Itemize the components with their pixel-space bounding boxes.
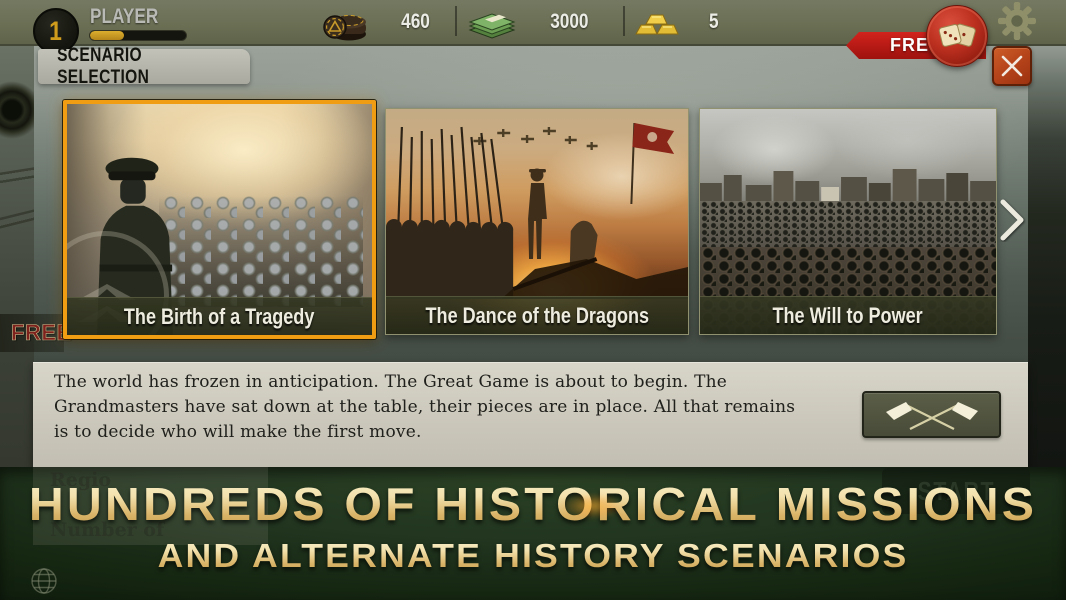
scenario-card-birth-of-a-tragedy[interactable]: The Birth of a Tragedy bbox=[63, 100, 376, 339]
settings-button[interactable] bbox=[997, 1, 1037, 41]
dice-reward-button[interactable] bbox=[926, 5, 988, 67]
scenario-description: The world has frozen in anticipation. Th… bbox=[54, 370, 874, 445]
scenario-card-will-to-power[interactable]: The Will to Power bbox=[699, 108, 997, 335]
scenario-description-panel: The world has frozen in anticipation. Th… bbox=[33, 362, 1028, 467]
scenario-card-dance-of-the-dragons[interactable]: The Dance of the Dragons bbox=[385, 108, 689, 335]
promo-banner: Regio Number of START HUNDREDS OF HISTOR… bbox=[0, 467, 1066, 600]
player-name: PLAYER bbox=[90, 5, 173, 29]
divider bbox=[623, 6, 625, 36]
close-button[interactable] bbox=[992, 46, 1032, 86]
xp-progress-bar bbox=[89, 30, 187, 41]
next-scenarios-button[interactable] bbox=[996, 196, 1028, 244]
ruined-city-skyline bbox=[700, 165, 996, 205]
biplane-icon bbox=[0, 208, 34, 232]
dice-icon bbox=[937, 16, 977, 56]
dialog-title: SCENARIO SELECTION bbox=[57, 45, 231, 89]
card-title-bar: The Birth of a Tragedy bbox=[67, 297, 372, 335]
close-icon bbox=[999, 53, 1025, 79]
banner-headline: HUNDREDS OF HISTORICAL MISSIONS bbox=[0, 477, 1066, 531]
card-title-bar: The Dance of the Dragons bbox=[386, 296, 688, 334]
globe-icon bbox=[29, 566, 59, 596]
chevron-right-icon bbox=[998, 198, 1026, 242]
scenario-selection-screen: FREE 1 PLAYER 460 3000 5 bbox=[0, 0, 1066, 600]
banner-subheadline: AND ALTERNATE HISTORY SCENARIOS bbox=[0, 537, 1066, 575]
poker-chips-icon bbox=[322, 5, 370, 43]
crossed-flags-icon bbox=[882, 397, 982, 433]
battle-flags-button[interactable] bbox=[862, 391, 1001, 438]
card-title: The Birth of a Tragedy bbox=[124, 304, 314, 330]
dialog-title-tab: SCENARIO SELECTION bbox=[38, 49, 250, 84]
chips-amount: 460 bbox=[384, 10, 448, 34]
biplane-icon bbox=[0, 167, 34, 185]
scenario-art-overlay bbox=[386, 109, 688, 299]
propeller-icon bbox=[0, 80, 34, 140]
cash-icon bbox=[464, 8, 520, 40]
cash-amount: 3000 bbox=[534, 10, 604, 34]
gold-amount: 5 bbox=[690, 10, 738, 34]
player-level: 1 bbox=[50, 16, 63, 47]
glint-effect bbox=[560, 493, 624, 519]
free-scenario-band: FREE bbox=[0, 314, 64, 352]
card-title-bar: The Will to Power bbox=[700, 296, 996, 334]
crowd-far bbox=[700, 201, 996, 249]
divider bbox=[455, 6, 457, 36]
card-title: The Will to Power bbox=[773, 303, 923, 329]
card-title: The Dance of the Dragons bbox=[425, 303, 649, 329]
background-right-column bbox=[1028, 46, 1066, 467]
language-globe-button[interactable] bbox=[28, 566, 60, 598]
gear-icon bbox=[998, 2, 1036, 40]
xp-progress-fill bbox=[90, 31, 124, 40]
background-left-column bbox=[0, 46, 34, 467]
gold-bars-icon bbox=[634, 9, 680, 37]
